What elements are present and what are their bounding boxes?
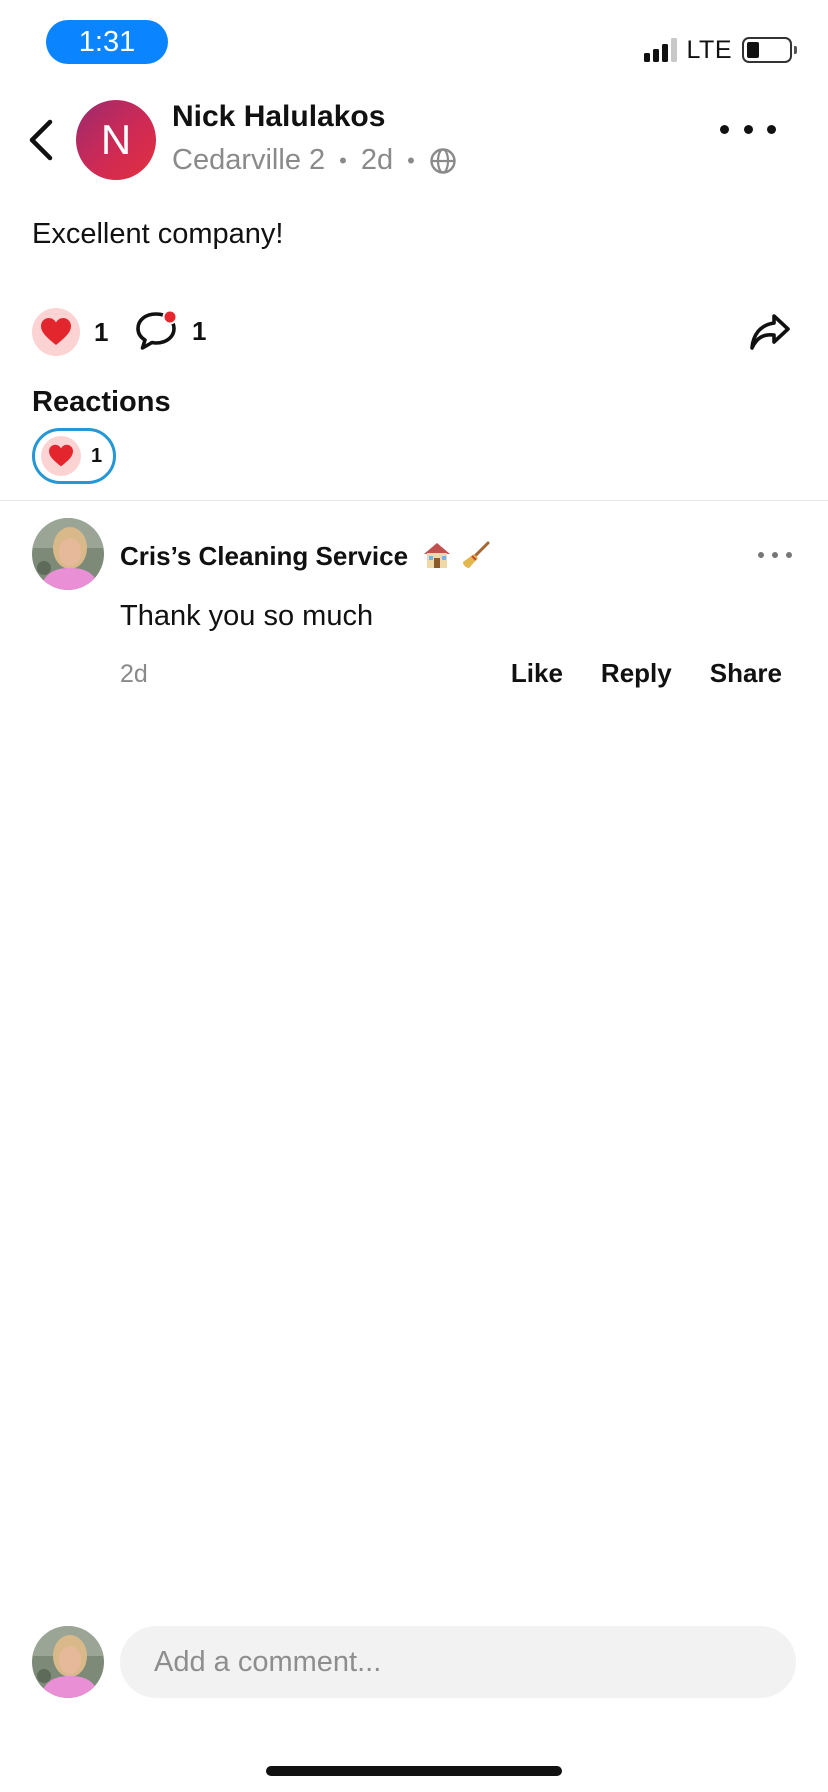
- more-dot: [758, 552, 764, 558]
- comment-input[interactable]: [120, 1626, 796, 1698]
- author-avatar[interactable]: N: [76, 100, 156, 180]
- house-icon: [424, 543, 451, 568]
- more-dot: [786, 552, 792, 558]
- comment-more-button[interactable]: [758, 548, 792, 562]
- reaction-chip-count: 1: [91, 444, 103, 467]
- reactions-heading: Reactions: [32, 386, 171, 418]
- cellular-signal-icon: [643, 38, 677, 62]
- more-dot: [767, 124, 776, 134]
- comment-share-button[interactable]: Share: [710, 658, 782, 689]
- separator-dot: •: [407, 147, 415, 173]
- back-button[interactable]: [18, 112, 62, 168]
- comment-age: 2d: [120, 660, 148, 688]
- author-name[interactable]: Nick Halulakos: [172, 100, 385, 134]
- like-button[interactable]: Like: [511, 658, 563, 689]
- more-dot: [720, 124, 729, 134]
- speech-bubble-icon: [136, 309, 178, 350]
- heart-icon: [32, 308, 80, 356]
- commenter-name-text: Cris’s Cleaning Service: [120, 541, 409, 571]
- reaction-filter-chip[interactable]: 1: [32, 428, 116, 484]
- post-text: Excellent company!: [32, 218, 284, 250]
- commenter-name[interactable]: Cris’s Cleaning Service: [120, 540, 491, 572]
- reply-button[interactable]: Reply: [601, 658, 672, 689]
- broom-icon: [462, 541, 490, 568]
- heart-icon: [41, 436, 81, 476]
- status-indicators: LTE: [643, 34, 797, 66]
- post-meta: Cedarville 2 • 2d •: [172, 144, 457, 177]
- separator-dot: •: [339, 147, 347, 173]
- share-arrow-icon: [750, 314, 790, 350]
- share-button[interactable]: [746, 308, 794, 356]
- reaction-count: 1: [94, 316, 109, 347]
- battery-icon: [742, 37, 797, 63]
- globe-icon: [430, 147, 456, 174]
- more-dot: [772, 552, 778, 558]
- network-type: LTE: [686, 35, 732, 64]
- comment-button[interactable]: 1: [134, 308, 206, 354]
- home-indicator[interactable]: [266, 1766, 562, 1776]
- chevron-left-icon: [29, 119, 53, 161]
- status-time: 1:31: [46, 20, 168, 64]
- post-more-button[interactable]: [720, 114, 776, 144]
- post-age: 2d: [360, 144, 394, 176]
- comment-actions: Like Reply Share: [511, 658, 782, 689]
- post-location[interactable]: Cedarville 2: [172, 144, 325, 177]
- commenter-avatar[interactable]: [32, 518, 104, 590]
- more-dot: [743, 124, 753, 134]
- comment-count: 1: [192, 315, 207, 346]
- divider: [0, 500, 828, 501]
- comment-text: Thank you so much: [120, 600, 374, 632]
- current-user-avatar: [32, 1626, 104, 1698]
- reaction-button[interactable]: 1: [32, 308, 108, 356]
